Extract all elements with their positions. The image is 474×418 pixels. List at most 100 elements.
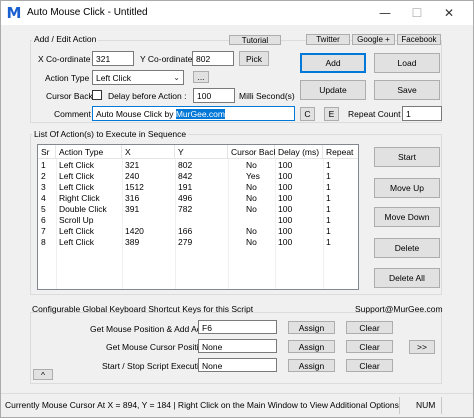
cell-delay: 100 xyxy=(278,204,293,214)
add-edit-group-title: Add / Edit Action xyxy=(32,34,99,44)
cursor-back-checkbox[interactable] xyxy=(92,90,102,100)
minimize-icon[interactable]: — xyxy=(369,1,401,25)
table-row[interactable]: 2 Left Click 240 842 Yes 100 1 xyxy=(38,171,358,182)
clear-button-add-action[interactable]: Clear xyxy=(346,321,393,334)
delay-label: Delay before Action : xyxy=(108,91,187,101)
cell-action-type: Right Click xyxy=(59,193,100,203)
cell-sr: 7 xyxy=(41,226,46,236)
shortcut-input-start-stop[interactable]: None xyxy=(198,358,277,372)
comment-text: Auto Mouse Click by xyxy=(96,109,176,119)
cell-action-type: Double Click xyxy=(59,204,107,214)
column-header-cursor-back[interactable]: Cursor Back xyxy=(228,145,278,159)
comment-selected-text: MurGee.com xyxy=(175,109,225,119)
cell-sr: 3 xyxy=(41,182,46,192)
comment-input[interactable]: Auto Mouse Click by MurGee.com xyxy=(92,106,295,121)
table-row[interactable]: 8 Left Click 389 279 No 100 1 xyxy=(38,237,358,248)
google-plus-button[interactable]: Google + xyxy=(352,34,395,45)
pick-button[interactable]: Pick xyxy=(239,51,269,66)
table-row[interactable]: 4 Right Click 316 496 No 100 1 xyxy=(38,193,358,204)
column-header-action-type[interactable]: Action Type xyxy=(56,145,122,159)
cell-repeat: 1 xyxy=(326,204,331,214)
num-lock-indicator: NUM xyxy=(416,400,436,410)
column-header-repeat[interactable]: Repeat xyxy=(323,145,358,159)
clear-button-cursor-position[interactable]: Clear xyxy=(346,340,393,353)
action-type-label: Action Type : xyxy=(45,73,94,83)
delete-all-button[interactable]: Delete All xyxy=(374,268,440,288)
cell-repeat: 1 xyxy=(326,160,331,170)
load-button[interactable]: Load xyxy=(374,53,440,73)
cell-action-type: Left Click xyxy=(59,171,94,181)
cell-delay: 100 xyxy=(278,215,293,225)
cell-x: 321 xyxy=(125,160,140,170)
shortcut-label-start-stop: Start / Stop Script Execution : xyxy=(102,361,214,371)
update-button[interactable]: Update xyxy=(300,80,366,100)
assign-button-start-stop[interactable]: Assign xyxy=(288,359,335,372)
column-header-sr[interactable]: Sr xyxy=(38,145,56,159)
c-button[interactable]: C xyxy=(300,107,315,121)
save-button[interactable]: Save xyxy=(374,80,440,100)
cell-action-type: Left Click xyxy=(59,160,94,170)
cell-y: 166 xyxy=(178,226,193,236)
cell-cursor-back: No xyxy=(246,182,257,192)
start-button[interactable]: Start xyxy=(374,147,440,167)
column-header-delay[interactable]: Delay (ms) xyxy=(275,145,323,159)
support-email[interactable]: Support@MurGee.com xyxy=(355,304,443,314)
column-header-x[interactable]: X xyxy=(122,145,175,159)
x-coordinate-label: X Co-ordinate : xyxy=(38,54,96,64)
cell-y: 842 xyxy=(178,171,193,181)
table-row[interactable]: 7 Left Click 1420 166 No 100 1 xyxy=(38,226,358,237)
actions-group-title: List Of Action(s) to Execute in Sequence xyxy=(32,129,189,139)
cell-x: 1420 xyxy=(125,226,144,236)
cell-cursor-back: No xyxy=(246,237,257,247)
table-row[interactable]: 5 Double Click 391 782 No 100 1 xyxy=(38,204,358,215)
cell-y: 279 xyxy=(178,237,193,247)
y-coordinate-input[interactable]: 802 xyxy=(192,51,234,66)
assign-button-cursor-position[interactable]: Assign xyxy=(288,340,335,353)
cell-y: 191 xyxy=(178,182,193,192)
column-header-y[interactable]: Y xyxy=(175,145,228,159)
cell-delay: 100 xyxy=(278,237,293,247)
more-options-button[interactable]: >> xyxy=(409,340,435,354)
cell-repeat: 1 xyxy=(326,226,331,236)
status-divider xyxy=(399,397,400,414)
delete-button[interactable]: Delete xyxy=(374,238,440,258)
cell-cursor-back: No xyxy=(246,204,257,214)
x-coordinate-input[interactable]: 321 xyxy=(92,51,134,66)
collapse-button[interactable]: ^ xyxy=(33,369,53,380)
cell-sr: 5 xyxy=(41,204,46,214)
delay-input[interactable]: 100 xyxy=(193,88,235,103)
shortcut-input-cursor-position[interactable]: None xyxy=(198,339,277,353)
shortcut-input-add-action[interactable]: F6 xyxy=(198,320,277,334)
shortcut-label-cursor-position: Get Mouse Cursor Position : xyxy=(106,342,213,352)
tutorial-button[interactable]: Tutorial xyxy=(229,35,281,45)
facebook-button[interactable]: Facebook xyxy=(397,34,441,45)
action-options-button[interactable]: ... xyxy=(193,71,209,83)
maximize-icon[interactable]: ☐ xyxy=(401,1,433,25)
twitter-button[interactable]: Twitter xyxy=(306,34,350,45)
action-type-select[interactable]: Left Click ⌄ xyxy=(92,70,184,85)
clear-button-start-stop[interactable]: Clear xyxy=(346,359,393,372)
repeat-count-input[interactable]: 1 xyxy=(402,106,442,121)
actions-table[interactable]: Sr Action Type X Y Cursor Back Delay (ms… xyxy=(37,144,359,290)
close-icon[interactable]: ✕ xyxy=(433,1,465,25)
move-up-button[interactable]: Move Up xyxy=(374,178,440,198)
cell-action-type: Left Click xyxy=(59,226,94,236)
assign-button-add-action[interactable]: Assign xyxy=(288,321,335,334)
cell-y: 782 xyxy=(178,204,193,214)
window-title: Auto Mouse Click - Untitled xyxy=(27,7,148,18)
e-button[interactable]: E xyxy=(324,107,339,121)
chevron-down-icon: ⌄ xyxy=(173,73,180,82)
title-bar[interactable]: M Auto Mouse Click - Untitled — ☐ ✕ xyxy=(1,1,473,25)
cell-sr: 8 xyxy=(41,237,46,247)
status-divider xyxy=(441,397,442,414)
table-row[interactable]: 6 Scroll Up 100 1 xyxy=(38,215,358,226)
add-button[interactable]: Add xyxy=(300,53,366,73)
move-down-button[interactable]: Move Down xyxy=(374,207,440,227)
repeat-count-label: Repeat Count : xyxy=(348,109,406,119)
cell-delay: 100 xyxy=(278,193,293,203)
cell-x: 1512 xyxy=(125,182,144,192)
table-row[interactable]: 1 Left Click 321 802 No 100 1 xyxy=(38,160,358,171)
cell-y: 802 xyxy=(178,160,193,170)
cell-x: 240 xyxy=(125,171,140,181)
table-row[interactable]: 3 Left Click 1512 191 No 100 1 xyxy=(38,182,358,193)
